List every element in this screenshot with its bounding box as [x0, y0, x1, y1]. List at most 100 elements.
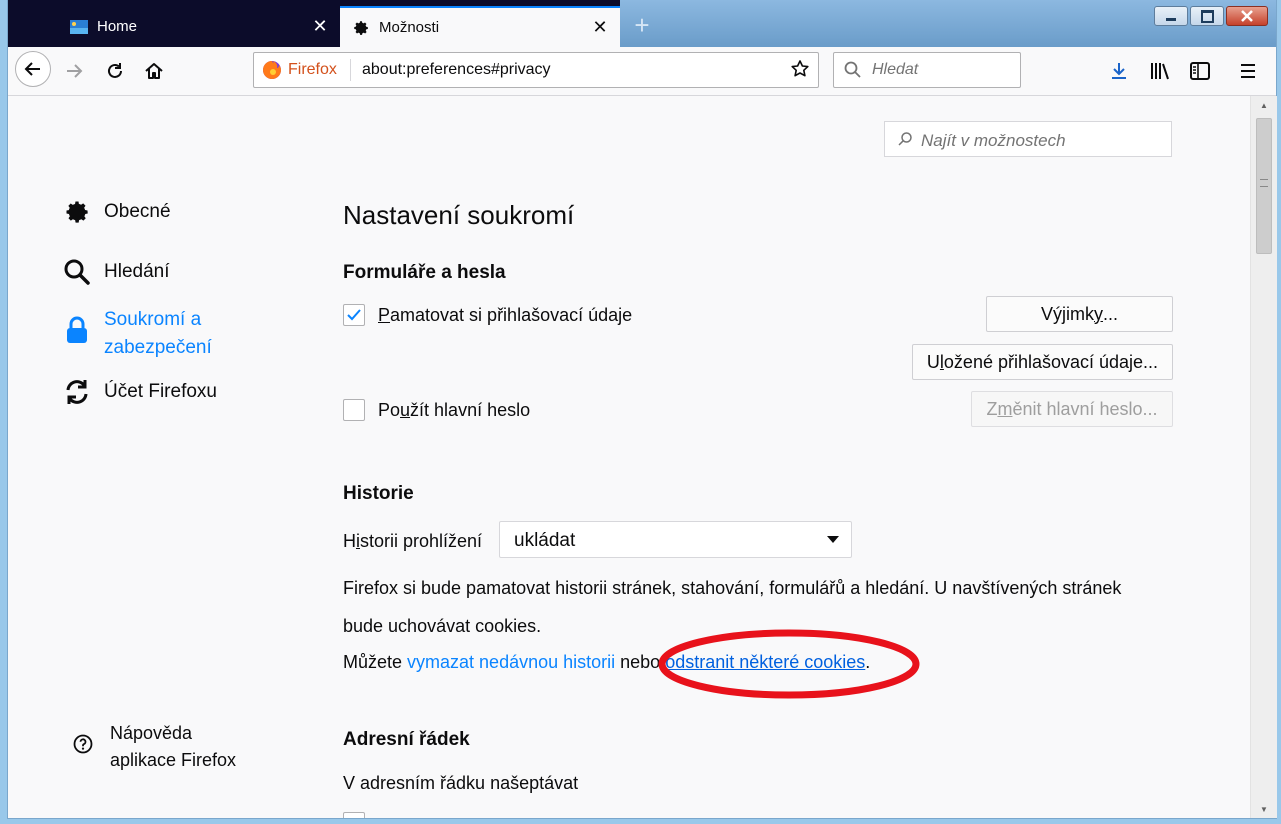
sidebar-item-label-line2: zabezpečení [104, 337, 212, 358]
sidebar-item-privacy-security[interactable]: Soukromí a zabezpečení [63, 306, 212, 362]
checkmark-icon [347, 309, 361, 321]
history-mode-dropdown[interactable]: ukládat [499, 521, 852, 558]
remember-logins-label: Pamatovat si přihlašovací údaje [378, 304, 633, 325]
back-arrow-icon [24, 62, 40, 76]
sidebar-icon [1190, 62, 1210, 80]
tab-title: Možnosti [379, 19, 440, 36]
close-icon [1241, 10, 1253, 22]
maximize-button[interactable] [1190, 6, 1224, 26]
page-title: Nastavení soukromí [343, 200, 575, 230]
dropdown-arrow-icon [827, 536, 839, 543]
links-middle: nebo [615, 652, 666, 672]
sidebar-item-label: Obecné [104, 201, 171, 222]
links-suffix: . [865, 652, 871, 672]
home-icon [145, 63, 163, 79]
identity-separator [350, 59, 351, 81]
saved-logins-button[interactable]: Ul ožené přihlašovací údaje... [912, 344, 1173, 380]
back-button[interactable] [15, 51, 51, 87]
close-window-button[interactable] [1226, 6, 1268, 26]
gear-icon [352, 19, 370, 37]
sidebar-item-search[interactable]: Hledání [63, 258, 170, 286]
links-prefix: Můžete [343, 652, 408, 672]
sidebar-item-general[interactable]: Obecné [63, 198, 171, 226]
close-tab-icon[interactable]: ✕ [308, 15, 332, 39]
library-icon [1151, 63, 1169, 80]
tab-home[interactable]: Home ✕ [58, 6, 340, 47]
remember-logins-checkbox[interactable] [343, 304, 365, 326]
section-heading-forms: Formuláře a hesla [343, 262, 506, 283]
history-description-line2: bude uchovávat cookies. [343, 616, 542, 636]
search-icon [897, 131, 913, 152]
reload-icon [108, 63, 122, 78]
help-label-line1: Nápověda [110, 723, 193, 743]
history-links-line: Můžete vymazat nedávnou historii nebo od… [343, 652, 870, 673]
library-button[interactable] [1148, 59, 1172, 83]
maximize-icon [1200, 9, 1214, 23]
sidebar-item-firefox-account[interactable]: Účet Firefoxu [63, 378, 217, 406]
minimize-button[interactable] [1154, 6, 1188, 26]
search-bar[interactable] [833, 52, 1021, 88]
remember-logins-row[interactable]: Pamatovat si přihlašovací údaje [343, 304, 632, 326]
help-label: Nápověda aplikace Firefox [110, 720, 236, 774]
tab-strip: Home ✕ Možnosti ✕ + [8, 0, 1276, 47]
download-icon [1112, 63, 1126, 79]
history-description-line1: Firefox si bude pamatovat historii strán… [343, 578, 1122, 598]
identity-label: Firefox [288, 61, 337, 78]
section-heading-history: Historie [343, 483, 414, 504]
firefox-logo-icon [263, 61, 281, 79]
address-bar-suggest-label: V adresním řádku našeptávat [343, 773, 579, 793]
remove-cookies-link[interactable]: odstranit některé cookies [665, 652, 865, 672]
downloads-button[interactable] [1107, 59, 1131, 83]
url-text[interactable]: about:preferences#privacy [362, 61, 551, 79]
tab-title: Home [97, 18, 138, 35]
help-icon [73, 734, 93, 754]
help-label-line2: aplikace Firefox [110, 750, 237, 770]
browser-window: Home ✕ Možnosti ✕ + Firefox about:prefer… [8, 0, 1277, 818]
menu-button[interactable] [1236, 59, 1260, 83]
identity-box[interactable]: Firefox [262, 53, 351, 87]
gear-icon [63, 198, 91, 226]
vertical-scrollbar[interactable]: ▲ ▼ [1250, 96, 1277, 818]
master-password-checkbox[interactable] [343, 399, 365, 421]
url-bar[interactable]: Firefox about:preferences#privacy [253, 52, 819, 88]
reload-button[interactable] [103, 59, 127, 83]
find-in-options-input[interactable] [919, 130, 1163, 152]
master-password-row[interactable]: Použít hlavní heslo [343, 399, 530, 421]
section-heading-address-bar: Adresní řádek [343, 729, 470, 750]
minimize-icon [1166, 17, 1176, 21]
hamburger-menu-icon [1241, 64, 1255, 78]
home-button[interactable] [142, 59, 166, 83]
sidebar-item-label-line1: Soukromí a [104, 309, 202, 330]
master-password-label: Použít hlavní heslo [378, 399, 531, 420]
exceptions-button[interactable]: Výjimk y... [986, 296, 1173, 332]
find-in-options-box[interactable] [884, 121, 1172, 157]
sidebar-item-label: Soukromí a zabezpečení [104, 306, 212, 362]
search-icon [844, 61, 862, 84]
history-mode-value: ukládat [514, 530, 576, 551]
sidebar-item-label: Hledání [104, 261, 170, 282]
lock-icon [63, 316, 91, 344]
window-controls [1154, 6, 1268, 26]
search-icon [63, 258, 91, 286]
forward-button[interactable] [62, 59, 86, 83]
sidebar-item-label: Účet Firefoxu [104, 381, 217, 402]
history-mode-label: Historii prohlížení [343, 531, 483, 551]
scrollbar-thumb[interactable] [1256, 118, 1272, 254]
scroll-down-icon[interactable]: ▼ [1251, 800, 1277, 818]
scroll-up-icon[interactable]: ▲ [1251, 96, 1277, 114]
clear-recent-history-link[interactable]: vymazat nedávnou historii [407, 652, 615, 672]
close-tab-icon[interactable]: ✕ [588, 16, 612, 40]
search-input[interactable] [870, 60, 1014, 80]
sync-icon [63, 378, 91, 406]
forward-arrow-icon [67, 64, 83, 78]
new-tab-button[interactable]: + [628, 12, 656, 40]
address-bar-suggest-checkbox[interactable] [343, 812, 365, 818]
sidebar-item-help[interactable]: Nápověda aplikace Firefox [73, 720, 236, 774]
home-tab-favicon-icon [70, 18, 88, 36]
tab-preferences[interactable]: Možnosti ✕ [340, 6, 620, 47]
preferences-page: Obecné Hledání Soukromí a zabezpečení Úč… [8, 96, 1248, 818]
navigation-toolbar: Firefox about:preferences#privacy [8, 47, 1276, 96]
change-master-password-button[interactable]: Zm ěnit hlavní heslo... [971, 391, 1173, 427]
bookmark-star-icon[interactable] [790, 59, 810, 84]
sidebar-toggle-button[interactable] [1188, 59, 1212, 83]
